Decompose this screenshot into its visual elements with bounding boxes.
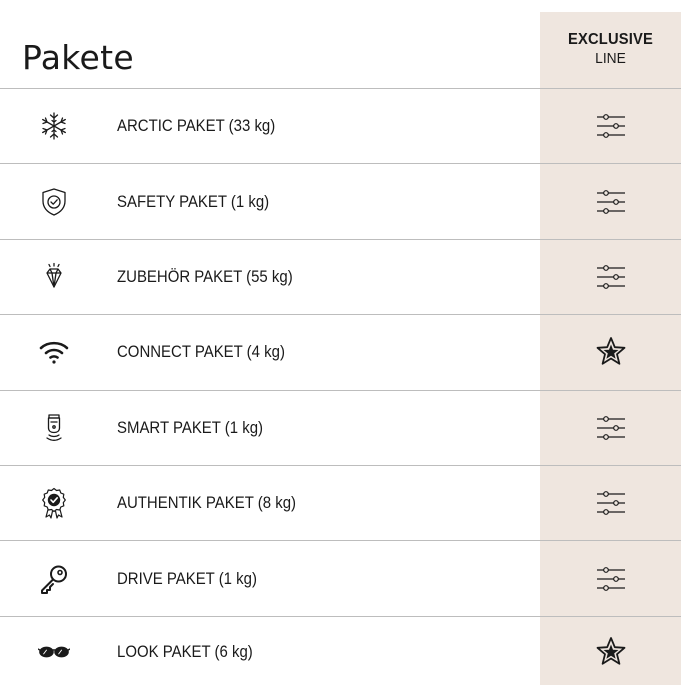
column-header-line1: EXCLUSIVE [567,31,654,48]
optional-sliders-icon [540,411,681,445]
package-row-authentik[interactable]: AUTHENTIK PAKET (8 kg) [0,464,681,540]
package-label: SMART PAKET (1 kg) [117,417,264,437]
table-header: Pakete EXCLUSIVE LINE [0,12,681,89]
package-row-drive[interactable]: DRIVE PAKET (1 kg) [0,540,681,615]
column-header-line2: LINE [595,50,626,67]
package-row-safety[interactable]: SAFETY PAKET (1 kg) [0,163,681,238]
package-row-zubehoer[interactable]: ZUBEHÖR PAKET (55 kg) [0,238,681,314]
package-label: SAFETY PAKET (1 kg) [117,191,270,211]
sunglasses-icon [38,636,70,668]
package-row-connect[interactable]: CONNECT PAKET (4 kg) [0,314,681,389]
package-label: LOOK PAKET (6 kg) [117,642,253,662]
optional-sliders-icon [540,562,681,596]
packages-table: Pakete EXCLUSIVE LINE ARCTIC PAKET (33 k… [0,0,681,685]
certified-badge-icon [38,487,70,519]
package-rows: ARCTIC PAKET (33 kg) SAFETY PAKET (1 kg) [0,88,681,685]
package-label: ARCTIC PAKET (33 kg) [117,116,276,136]
standard-star-icon [540,335,681,369]
wifi-icon [38,336,70,368]
diamond-icon [38,261,70,293]
package-label: CONNECT PAKET (4 kg) [117,342,285,362]
key-icon [38,563,70,595]
optional-sliders-icon [540,486,681,520]
package-label: DRIVE PAKET (1 kg) [117,568,257,588]
package-label: AUTHENTIK PAKET (8 kg) [117,493,297,513]
package-row-look[interactable]: LOOK PAKET (6 kg) [0,615,681,685]
package-row-smart[interactable]: SMART PAKET (1 kg) [0,389,681,465]
smart-sensor-icon [38,412,70,444]
snowflake-icon [38,110,70,142]
page-title: Pakete [22,38,134,77]
shield-check-icon [38,186,70,218]
optional-sliders-icon [540,109,681,143]
optional-sliders-icon [540,260,681,294]
package-label: ZUBEHÖR PAKET (55 kg) [117,266,293,286]
optional-sliders-icon [540,185,681,219]
standard-star-icon [540,635,681,669]
column-header-exclusive-line: EXCLUSIVE LINE [540,31,681,67]
package-row-arctic[interactable]: ARCTIC PAKET (33 kg) [0,88,681,163]
